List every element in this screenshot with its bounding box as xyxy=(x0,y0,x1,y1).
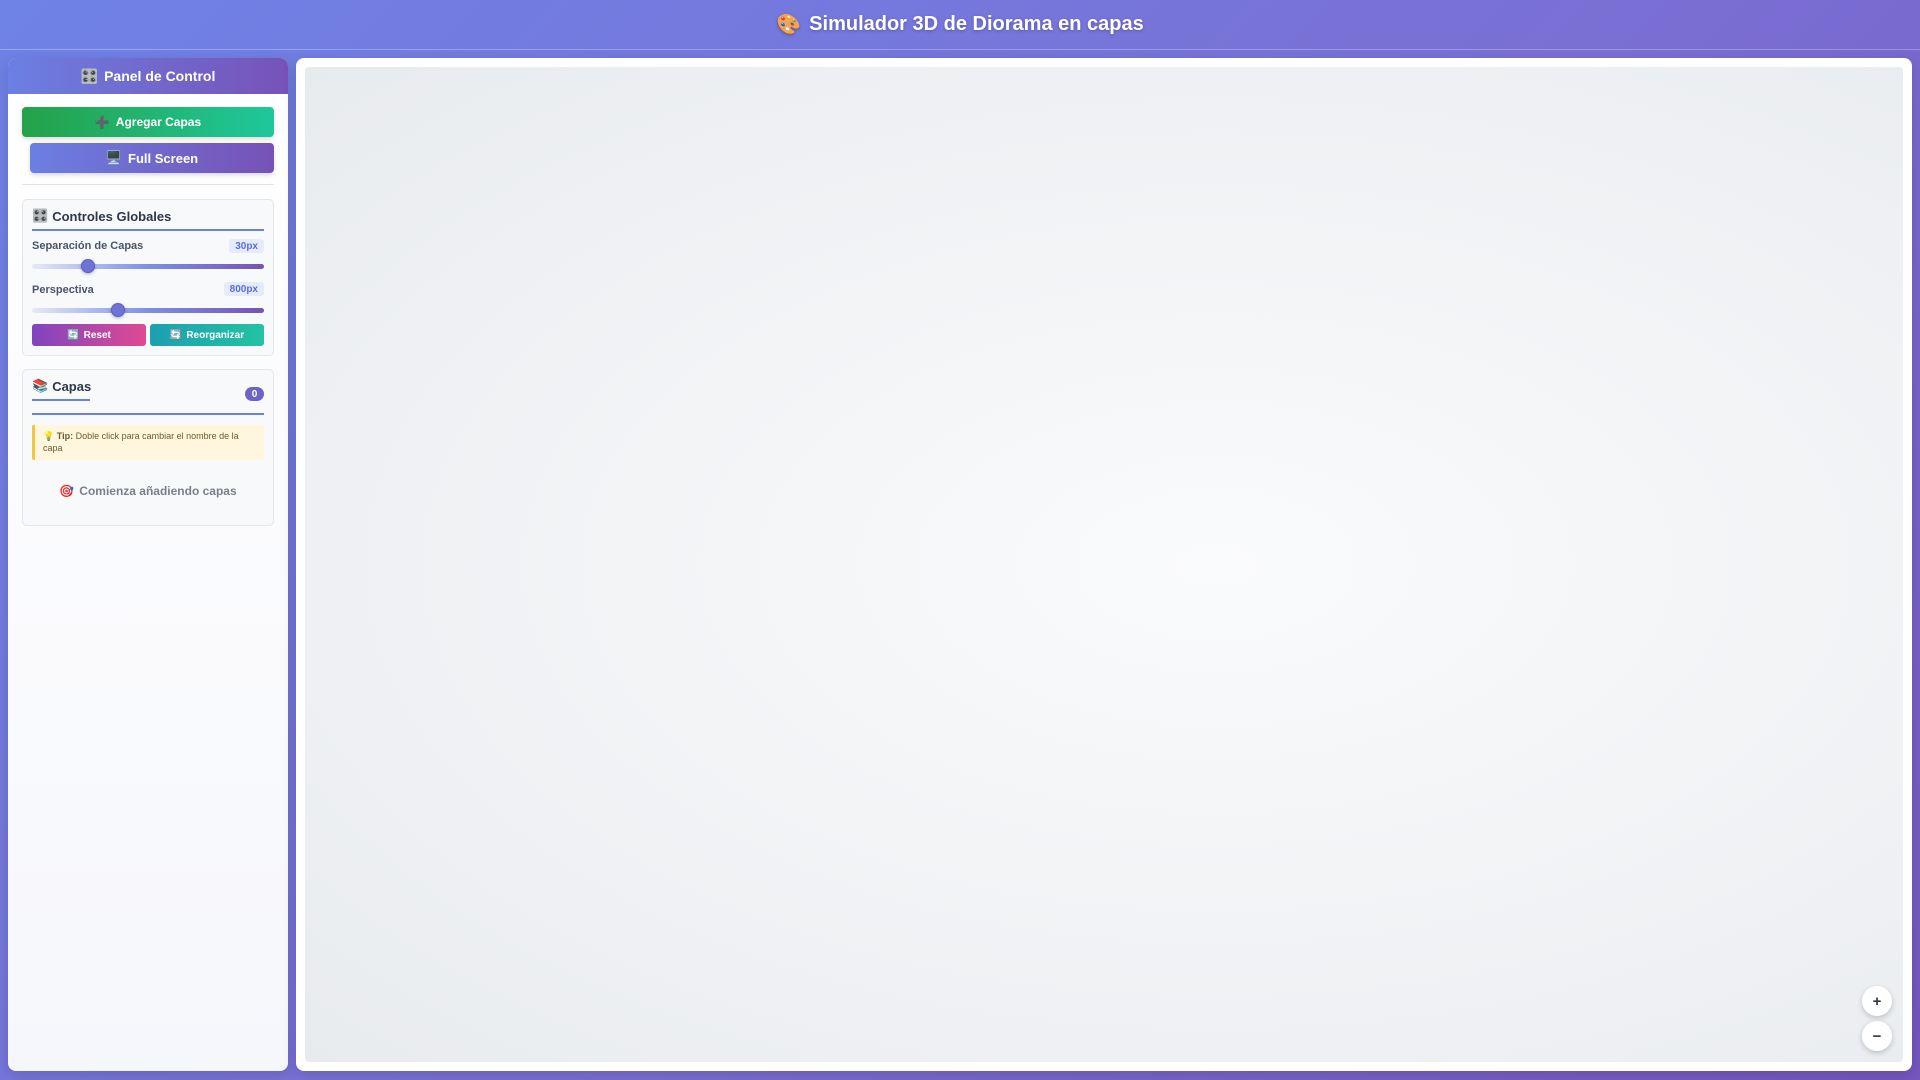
add-layers-label: Agregar Capas xyxy=(115,115,202,129)
plus-icon: ➕ xyxy=(94,115,110,129)
control-panel-title: Panel de Control xyxy=(104,68,216,84)
reset-button[interactable]: 🔄 Reset xyxy=(32,324,146,346)
title-underline xyxy=(32,229,264,231)
reorganize-label: Reorganizar xyxy=(186,329,245,341)
target-icon: 🎯 xyxy=(59,484,75,498)
global-controls-card: 🎛️ Controles Globales Separación de Capa… xyxy=(22,199,274,356)
refresh-icon: 🔄 xyxy=(67,329,80,341)
empty-layers-message: 🎯 Comienza añadiendo capas xyxy=(23,484,273,498)
diorama-viewport-frame xyxy=(296,58,1912,1071)
monitor-icon: 🖥️ xyxy=(105,150,123,165)
layers-card: 📚 Capas 0 💡 Tip: Doble click para cambia… xyxy=(22,369,274,526)
fullscreen-label: Full Screen xyxy=(128,150,199,166)
diorama-stage[interactable] xyxy=(305,67,1903,1062)
perspective-label: Perspectiva xyxy=(32,284,94,296)
layers-divider xyxy=(32,413,264,415)
control-knobs-icon: 🎛️ xyxy=(32,208,49,223)
divider xyxy=(22,184,274,185)
empty-layers-text: Comienza añadiendo capas xyxy=(79,484,237,498)
palette-icon: 🎨 xyxy=(776,14,802,36)
refresh-icon: 🔄 xyxy=(169,329,183,341)
layers-title-underline xyxy=(32,399,90,401)
fullscreen-button[interactable]: 🖥️ Full Screen xyxy=(30,143,274,173)
tip-text: Doble click para cambiar el nombre de la… xyxy=(43,431,239,453)
perspective-value: 800px xyxy=(223,282,264,296)
global-controls-title: 🎛️ Controles Globales xyxy=(32,208,171,224)
reorganize-button[interactable]: 🔄 Reorganizar xyxy=(150,324,264,346)
app-title-text: Simulador 3D de Diorama en capas xyxy=(809,13,1144,35)
control-panel-header: 🎛️ Panel de Control xyxy=(8,58,288,94)
perspective-slider-thumb[interactable] xyxy=(110,303,125,317)
tip-box: 💡 Tip: Doble click para cambiar el nombr… xyxy=(32,425,264,460)
layer-count-badge: 0 xyxy=(245,387,264,401)
add-layers-button[interactable]: ➕ Agregar Capas xyxy=(22,107,274,137)
layers-title-text: Capas xyxy=(52,378,92,394)
control-knobs-icon: 🎛️ xyxy=(80,67,99,84)
separation-value: 30px xyxy=(229,239,264,253)
global-controls-title-text: Controles Globales xyxy=(52,208,172,224)
separation-slider[interactable] xyxy=(32,259,264,273)
separation-label: Separación de Capas xyxy=(32,240,144,252)
layers-title: 📚 Capas xyxy=(32,378,91,394)
perspective-slider[interactable] xyxy=(32,303,264,317)
separation-slider-thumb[interactable] xyxy=(80,259,95,273)
zoom-in-button[interactable]: + xyxy=(1862,986,1892,1016)
zoom-out-button[interactable]: − xyxy=(1862,1021,1892,1051)
top-bar: 🎨 Simulador 3D de Diorama en capas xyxy=(0,0,1920,50)
books-icon: 📚 xyxy=(32,378,49,393)
lightbulb-icon: 💡 xyxy=(43,431,55,441)
control-panel: 🎛️ Panel de Control ➕ Agregar Capas 🖥️ F… xyxy=(8,58,288,1071)
tip-label: Tip: xyxy=(56,431,74,441)
app-title: 🎨 Simulador 3D de Diorama en capas xyxy=(776,12,1143,37)
reset-label: Reset xyxy=(83,329,111,341)
